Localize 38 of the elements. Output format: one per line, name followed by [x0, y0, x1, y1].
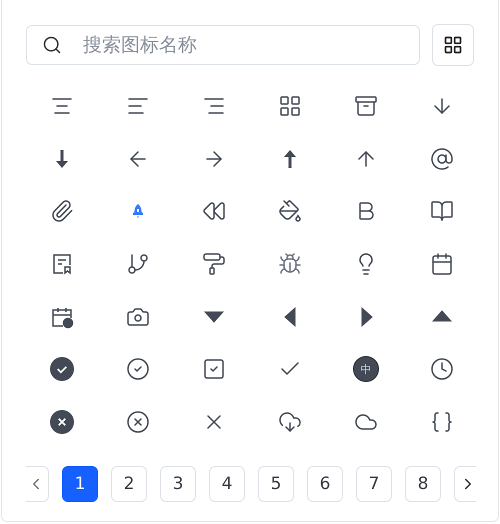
page-button[interactable]: 8 — [405, 466, 441, 502]
page-button[interactable]: 2 — [111, 466, 147, 502]
calendar-icon[interactable] — [430, 252, 454, 276]
grid-view-button[interactable] — [432, 24, 474, 66]
at-sign-icon[interactable] — [430, 146, 454, 171]
paint-roller-icon[interactable] — [202, 252, 226, 276]
triangle-down-icon[interactable] — [204, 310, 224, 324]
triangle-right-icon[interactable] — [360, 306, 372, 327]
cloud-download-icon[interactable] — [278, 410, 302, 434]
page-button[interactable]: 3 — [160, 466, 196, 502]
page-button[interactable]: 7 — [356, 466, 392, 502]
clock-icon[interactable] — [430, 357, 454, 382]
character-icon[interactable]: 中 — [353, 356, 379, 382]
triangle-left-icon[interactable] — [284, 306, 296, 327]
grid-icon[interactable] — [278, 94, 302, 118]
page-button[interactable]: 6 — [307, 466, 343, 502]
page-button[interactable]: 4 — [209, 466, 245, 502]
branch-icon[interactable] — [126, 252, 150, 276]
page-button[interactable]: 5 — [258, 466, 294, 502]
rocket-icon[interactable] — [132, 203, 144, 220]
arrow-down-icon[interactable] — [54, 148, 70, 169]
check-circle-icon[interactable] — [126, 357, 150, 382]
arrow-up-icon[interactable] — [282, 148, 298, 169]
check-circle-icon[interactable] — [50, 357, 74, 382]
close-circle-icon[interactable] — [126, 410, 150, 434]
search-icon — [42, 35, 62, 55]
page-button[interactable]: 1 — [62, 466, 98, 502]
close-circle-icon[interactable] — [50, 410, 74, 434]
grid-icon — [443, 35, 463, 55]
paint-bucket-icon[interactable] — [278, 199, 302, 224]
bug-icon[interactable] — [278, 252, 302, 276]
check-square-icon[interactable] — [202, 357, 226, 382]
braces-icon[interactable] — [430, 410, 454, 434]
search-field[interactable]: 搜索图标名称 — [26, 25, 420, 65]
book-icon[interactable] — [430, 199, 454, 224]
archive-icon[interactable] — [354, 94, 378, 118]
paperclip-icon[interactable] — [50, 199, 74, 224]
triangle-up-icon[interactable] — [432, 310, 452, 324]
